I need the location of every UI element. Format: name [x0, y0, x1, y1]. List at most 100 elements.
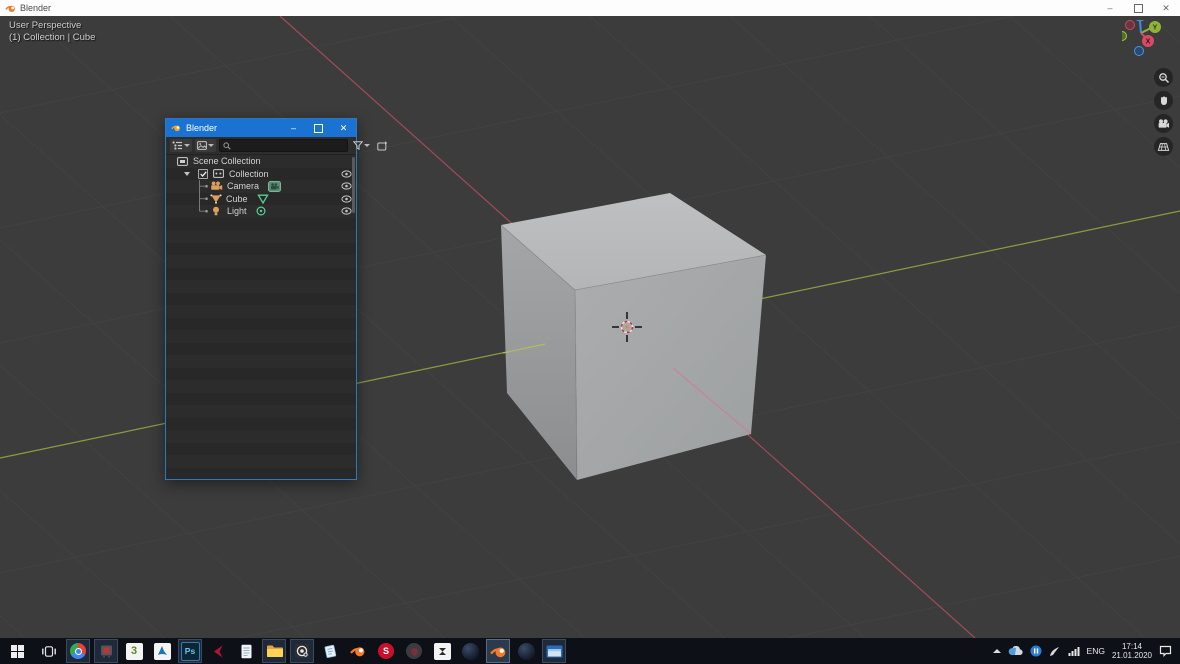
light-object-icon [213, 207, 219, 216]
visibility-eye-icon[interactable] [341, 207, 352, 217]
taskbar-app-blender[interactable] [346, 639, 370, 663]
new-collection-button[interactable] [375, 139, 390, 152]
image-window-icon [546, 645, 562, 657]
clock-date: 21.01.2020 [1111, 651, 1152, 660]
filter-funnel-icon [353, 141, 363, 150]
gizmo-neg-z-ball[interactable] [1134, 46, 1144, 56]
scene-collection-icon [177, 156, 188, 166]
minimize-button[interactable]: – [1096, 0, 1124, 16]
hidden-icons-chevron[interactable] [992, 649, 1001, 653]
action-center-icon[interactable] [1159, 645, 1172, 657]
expand-caret-icon[interactable] [184, 171, 190, 176]
camera-data-badge-icon [268, 180, 282, 192]
pause-circle-icon[interactable] [1030, 645, 1042, 657]
substance-icon: S [378, 643, 394, 659]
taskbar-app-file-explorer[interactable] [262, 639, 286, 663]
start-button[interactable] [0, 638, 34, 664]
tree-empty-row [166, 392, 356, 405]
taskbar-app-red-arrow[interactable] [206, 639, 230, 663]
tree-row-scene-collection[interactable]: Scene Collection [166, 155, 356, 168]
tree-empty-row [166, 317, 356, 330]
taskbar-app-screen-recorder[interactable] [290, 639, 314, 663]
pen-icon[interactable] [1049, 646, 1061, 657]
folder-icon [266, 645, 283, 657]
taskbar-app-sphere-2[interactable] [514, 639, 538, 663]
outliner-close-button[interactable]: ✕ [331, 119, 356, 137]
outliner-scrollbar[interactable] [352, 157, 355, 213]
visibility-eye-icon[interactable] [341, 169, 352, 180]
visibility-eye-icon[interactable] [341, 182, 352, 192]
window-titlebar[interactable]: Blender – ✕ [0, 0, 1180, 16]
outliner-minimize-button[interactable]: – [281, 119, 306, 137]
zoom-tool-button[interactable] [1154, 68, 1173, 87]
viewport-3d[interactable]: User Perspective (1) Collection | Cube Z… [0, 16, 1180, 638]
outliner-window-title: Blender [186, 123, 218, 133]
task-view-button[interactable] [34, 638, 64, 664]
outliner-window-titlebar[interactable]: Blender – ✕ [166, 119, 356, 137]
grid-perspective-icon [1157, 142, 1170, 151]
taskbar-app-sphere[interactable] [458, 639, 482, 663]
tree-row-light[interactable]: Light [166, 205, 356, 218]
sphere-app-icon [461, 642, 479, 660]
gizmo-y-ball[interactable]: Y [1149, 21, 1161, 33]
outliner-window: Blender – ✕ Scene Collection Collection … [165, 118, 387, 480]
active-object-breadcrumb: (1) Collection | Cube [9, 32, 96, 43]
outliner-search-input[interactable] [234, 141, 344, 150]
svg-text:X: X [1146, 39, 1151, 46]
tree-empty-row [166, 217, 356, 230]
camera-view-button[interactable] [1154, 114, 1173, 133]
cloud-icon[interactable] [1008, 646, 1023, 656]
chevron-down-icon [184, 144, 190, 147]
taskbar-app-image-window[interactable] [542, 639, 566, 663]
taskbar-app-document[interactable] [234, 639, 258, 663]
gizmo-z-ball[interactable]: Z [1134, 20, 1147, 22]
outliner-maximize-button[interactable] [306, 119, 331, 137]
tree-empty-row [166, 455, 356, 468]
taskbar-app-substance[interactable]: S [374, 639, 398, 663]
photoshop-icon: Ps [180, 641, 200, 661]
nav-gizmo[interactable]: Z Y X [1122, 20, 1172, 72]
tree-empty-row [166, 255, 356, 268]
light-data-badge-icon [256, 206, 266, 216]
outliner-search-box[interactable] [219, 139, 348, 152]
taskbar-app-blue-modeling[interactable] [150, 639, 174, 663]
tree-row-camera[interactable]: Camera [166, 180, 356, 193]
tree-empty-row [166, 230, 356, 243]
visibility-eye-icon[interactable] [341, 194, 352, 205]
taskbar-app-3ds-max[interactable]: 3 [122, 639, 146, 663]
gizmo-neg-x-ball[interactable] [1125, 20, 1135, 30]
collection-checkbox[interactable] [198, 168, 208, 179]
gizmo-x-ball[interactable]: X [1142, 35, 1154, 47]
outliner-editor-icon [172, 141, 182, 150]
camera-icon [1158, 118, 1169, 128]
tree-row-collection[interactable]: Collection [166, 167, 356, 180]
tree-empty-row [166, 355, 356, 368]
taskbar-app-notes[interactable] [318, 639, 342, 663]
restore-button[interactable] [1124, 0, 1152, 16]
taskbar-app-red-device[interactable] [94, 639, 118, 663]
taskbar-app-white-box[interactable] [430, 639, 454, 663]
cube-object[interactable] [500, 193, 767, 481]
language-indicator[interactable]: ENG [1087, 646, 1105, 656]
blender-logo-icon [489, 646, 505, 657]
display-mode-button[interactable] [195, 139, 216, 152]
clock[interactable]: 17:14 21.01.2020 [1112, 642, 1152, 660]
tree-row-cube[interactable]: Cube [166, 192, 356, 205]
filter-button[interactable] [351, 139, 372, 152]
tree-empty-row [166, 367, 356, 380]
toggle-projection-button[interactable] [1154, 137, 1173, 156]
network-signal-icon[interactable] [1068, 646, 1080, 656]
gizmo-neg-y-ball[interactable] [1122, 31, 1127, 41]
taskbar-app-photoshop[interactable]: Ps [178, 639, 202, 663]
blender-logo-icon [171, 125, 180, 132]
close-button[interactable]: ✕ [1152, 0, 1180, 16]
editor-type-button[interactable] [170, 139, 192, 152]
taskbar-app-dark-circle[interactable] [402, 639, 426, 663]
tree-empty-row [166, 292, 356, 305]
taskbar: 3 Ps S ENG 17:14 21.01.2020 [0, 638, 1180, 664]
pan-tool-button[interactable] [1154, 91, 1173, 110]
taskbar-app-chrome[interactable] [66, 639, 90, 663]
red-arrow-icon [213, 645, 222, 657]
taskbar-app-blender-running[interactable] [486, 639, 510, 663]
view-layer-icon [197, 141, 207, 150]
